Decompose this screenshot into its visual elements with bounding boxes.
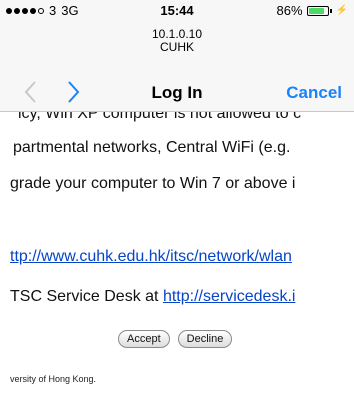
web-content: icy, Win XP computer is not allowed to c… bbox=[0, 112, 354, 394]
service-desk-line: TSC Service Desk at http://servicedesk.i bbox=[10, 288, 295, 306]
battery-nub bbox=[329, 8, 332, 13]
consent-buttons: Accept Decline bbox=[118, 330, 233, 348]
accept-button[interactable]: Accept bbox=[118, 330, 170, 348]
address-site-name: CUHK bbox=[159, 40, 194, 54]
address-ip: 10.1.0.10 bbox=[151, 27, 203, 41]
footer-text: versity of Hong Kong. bbox=[10, 374, 97, 384]
text-line: grade your computer to Win 7 or above i bbox=[10, 175, 296, 192]
battery-icon bbox=[306, 5, 329, 16]
navigation-bar: Log In Cancel bbox=[0, 72, 354, 112]
cancel-button[interactable]: Cancel bbox=[286, 83, 342, 103]
battery-percent: 86% bbox=[276, 3, 303, 18]
wlan-info-link-line: ttp://www.cuhk.edu.hk/itsc/network/wlan bbox=[10, 248, 292, 266]
address-bar[interactable]: 10.1.0.10 CUHK bbox=[0, 20, 354, 72]
status-bar: 3 3G 15:44 86% ⚡ bbox=[0, 0, 354, 20]
service-desk-link[interactable]: http://servicedesk.i bbox=[163, 288, 296, 305]
decline-button[interactable]: Decline bbox=[177, 330, 233, 348]
battery-area: 86% ⚡ bbox=[277, 3, 348, 18]
clipped-text-line: icy, Win XP computer is not allowed to c bbox=[18, 112, 302, 122]
wlan-info-link[interactable]: ttp://www.cuhk.edu.hk/itsc/network/wlan bbox=[10, 248, 292, 265]
service-desk-text: TSC Service Desk at bbox=[10, 288, 163, 305]
battery-level-fill bbox=[308, 7, 324, 14]
charging-bolt-icon: ⚡ bbox=[335, 5, 348, 16]
text-line: partmental networks, Central WiFi (e.g. bbox=[13, 139, 291, 156]
